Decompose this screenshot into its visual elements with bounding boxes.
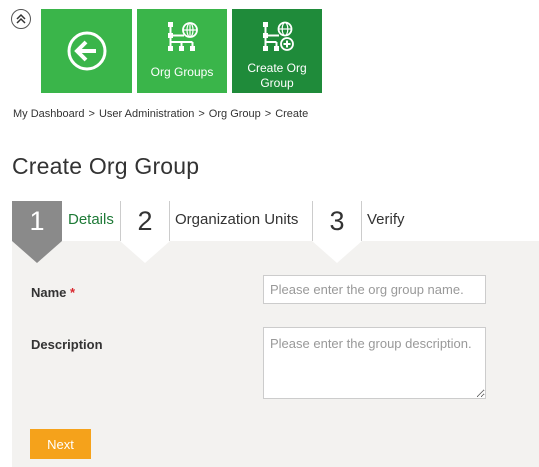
create-org-group-tile[interactable]: Create Org Group bbox=[232, 9, 322, 93]
breadcrumb-separator: > bbox=[264, 108, 272, 120]
collapse-button[interactable] bbox=[11, 9, 31, 29]
create-org-group-tile-label: Create Org Group bbox=[247, 61, 307, 90]
step-3-number: 3 bbox=[312, 201, 362, 241]
breadcrumb: My Dashboard > User Administration > Org… bbox=[13, 108, 308, 120]
org-groups-tile-label: Org Groups bbox=[150, 65, 214, 79]
name-input[interactable] bbox=[263, 275, 486, 304]
name-label-text: Name bbox=[31, 285, 67, 300]
step-organization-units-tab[interactable]: Organization Units bbox=[175, 211, 298, 228]
name-label: Name * bbox=[31, 285, 75, 300]
breadcrumb-my-dashboard[interactable]: My Dashboard bbox=[13, 108, 85, 120]
step-1-number: 1 bbox=[12, 201, 62, 241]
arrow-left-circle-icon bbox=[67, 31, 106, 71]
step-details-tab[interactable]: Details bbox=[68, 211, 114, 228]
step-verify-tab[interactable]: Verify bbox=[367, 211, 405, 228]
next-button[interactable]: Next bbox=[30, 429, 91, 459]
form-panel: Name * Description Next bbox=[12, 241, 539, 467]
step-3-arrow bbox=[312, 241, 362, 263]
breadcrumb-separator: > bbox=[88, 108, 95, 120]
step-wizard: 1 Details 2 Organization Units 3 Verify bbox=[12, 201, 539, 263]
step-2-arrow bbox=[120, 241, 170, 263]
breadcrumb-user-administration[interactable]: User Administration bbox=[99, 108, 194, 120]
step-1-arrow bbox=[12, 241, 62, 263]
required-marker: * bbox=[70, 285, 76, 300]
double-chevron-up-icon bbox=[16, 13, 26, 24]
description-label: Description bbox=[31, 337, 103, 352]
step-2-number: 2 bbox=[120, 201, 170, 241]
back-tile[interactable] bbox=[41, 9, 132, 93]
org-groups-tile[interactable]: Org Groups bbox=[137, 9, 227, 93]
create-org-group-icon bbox=[263, 21, 294, 51]
page-title: Create Org Group bbox=[12, 153, 200, 179]
breadcrumb-org-group[interactable]: Org Group bbox=[209, 108, 261, 120]
description-textarea[interactable] bbox=[263, 327, 486, 399]
org-groups-icon bbox=[168, 22, 198, 51]
breadcrumb-separator: > bbox=[198, 108, 205, 120]
breadcrumb-create: Create bbox=[275, 108, 309, 120]
